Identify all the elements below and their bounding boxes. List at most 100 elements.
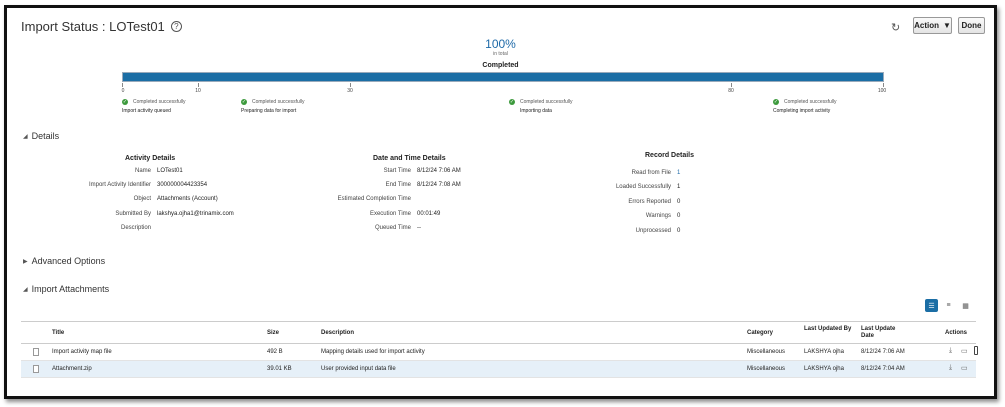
grid-view-icon[interactable]: ▦ [959,299,972,312]
progress-tick-label: 0 [121,88,125,94]
field-value: Attachments (Account) [157,196,218,202]
done-button[interactable]: Done [958,17,985,34]
field-label: Queued Time [374,225,411,231]
collapse-triangle-icon: ◢ [23,133,28,140]
step-status: Completed successfully [784,99,837,105]
table-header: Title Size Description Category Last Upd… [21,321,976,344]
chevron-down-icon: ▼ [942,21,951,30]
datetime-detail-row: Start Time 8/12/24 7:06 AM [307,168,461,174]
progress-status: Completed [482,62,519,69]
import-attachments-label: Import Attachments [31,284,110,294]
help-icon[interactable]: ? [170,21,182,32]
read-from-file-link[interactable]: 1 [677,170,680,176]
attachment-update-date: 8/12/24 7:04 AM [861,366,905,372]
attachment-title[interactable]: Attachment.zip [52,366,92,372]
table-row[interactable]: Import activity map file 492 B Mapping d… [21,344,976,361]
attachment-category: Miscellaneous [747,349,786,355]
attachment-updated-by: LAKSHYA ojha [804,349,844,355]
field-value: 0 [677,228,681,234]
field-value: 00:01:49 [417,211,441,217]
download-icon[interactable]: ⤓ [949,364,952,372]
field-label: Start Time [383,168,411,174]
action-menu-button[interactable]: Action ▼ [913,17,952,34]
download-icon[interactable]: ⤓ [949,347,952,355]
progress-tick-label: 80 [728,88,734,94]
progress-tick [883,83,884,87]
progress-step: ✓ Completed successfully Preparing data f… [241,99,305,114]
column-header-last-update-date[interactable]: Last Update Date [861,326,906,340]
progress-step: ✓ Completed successfully Import activity … [122,99,186,114]
advanced-options-toggle[interactable]: ▶ Advanced Options [23,256,105,266]
import-status-page: Import Status : LOTest01 ? ↻ Action ▼ Do… [4,5,997,399]
field-label: Execution Time [369,211,411,217]
step-status: Completed successfully [520,99,573,105]
document-icon [33,348,39,356]
field-label: Unprocessed [635,228,671,234]
done-button-label: Done [961,21,982,30]
attachment-size: 39.01 KB [267,366,292,372]
field-label: Description [120,225,151,231]
activity-details-heading: Activity Details [125,155,176,162]
activity-detail-row: Submitted By lakshya.ojha1@trinamix.com [47,211,234,217]
column-header-title[interactable]: Title [52,330,64,337]
comment-icon[interactable]: ▭ [961,364,968,372]
datetime-detail-row: End Time 8/12/24 7:08 AM [307,182,461,188]
progress-tick-label: 10 [195,88,201,94]
action-button-label: Action [914,21,939,30]
details-view-icon[interactable]: ≡ [942,299,955,312]
field-value: 0 [677,199,681,205]
attachment-update-date: 8/12/24 7:06 AM [861,349,905,355]
field-label: Read from File [631,170,671,176]
import-attachments-toggle[interactable]: ◢ Import Attachments [23,284,109,294]
progress-percent: 100% [485,37,516,51]
check-icon: ✓ [122,99,128,105]
attachment-description: Mapping details used for import activity [321,349,425,355]
field-label: Name [134,168,151,174]
record-details-heading: Record Details [645,152,695,159]
progress-step: ✓ Completed successfully Completing impor… [773,99,837,114]
step-label: Completing import activity [773,108,831,114]
advanced-options-label: Advanced Options [31,256,106,266]
progress-subtext: in total [493,51,508,57]
progress-tick [350,83,351,87]
column-header-actions: Actions [945,330,968,336]
attachment-size: 492 B [267,349,283,355]
record-detail-row: Read from File 1 [567,170,681,176]
datetime-detail-row: Queued Time -- [307,225,421,231]
record-detail-row: Unprocessed 0 [567,228,681,234]
column-header-size[interactable]: Size [267,330,279,337]
check-icon: ✓ [509,99,515,105]
check-icon: ✓ [241,99,247,105]
document-icon [33,365,39,373]
activity-detail-row: Object Attachments (Account) [47,196,218,202]
column-header-last-updated-by[interactable]: Last Updated By [804,326,854,333]
details-section-toggle[interactable]: ◢ Details [23,131,59,141]
progress-bar [122,72,884,82]
field-label: Object [133,196,151,202]
datetime-details-heading: Date and Time Details [373,155,446,162]
field-value: 300000004423354 [157,182,208,188]
refresh-icon[interactable]: ↻ [891,21,900,34]
step-label: Import activity queued [122,108,171,114]
field-value: -- [417,225,421,231]
record-detail-row: Errors Reported 0 [567,199,680,205]
field-value: lakshya.ojha1@trinamix.com [157,211,234,217]
attachment-updated-by: LAKSHYA ojha [804,366,844,372]
step-label: Importing data [520,108,552,114]
attachment-title[interactable]: Import activity map file [52,349,112,355]
list-view-icon[interactable]: ☰ [925,299,938,312]
field-label: Estimated Completion Time [337,196,411,202]
column-header-category[interactable]: Category [747,330,773,337]
table-row[interactable]: Attachment.zip 39.01 KB User provided in… [21,361,976,378]
field-label: Errors Reported [628,199,671,205]
datetime-detail-row: Estimated Completion Time [307,196,417,202]
expand-triangle-icon: ▶ [23,258,28,265]
column-header-description[interactable]: Description [321,330,354,337]
field-label: Import Activity Identifier [88,182,151,188]
details-section-label: Details [31,131,60,141]
collapse-triangle-icon: ◢ [23,286,28,293]
comment-icon[interactable]: ▭ [961,347,968,355]
scrollbar-handle[interactable] [974,346,978,355]
page-title: Import Status : LOTest01 ? [21,19,182,34]
progress-tick [731,83,732,87]
